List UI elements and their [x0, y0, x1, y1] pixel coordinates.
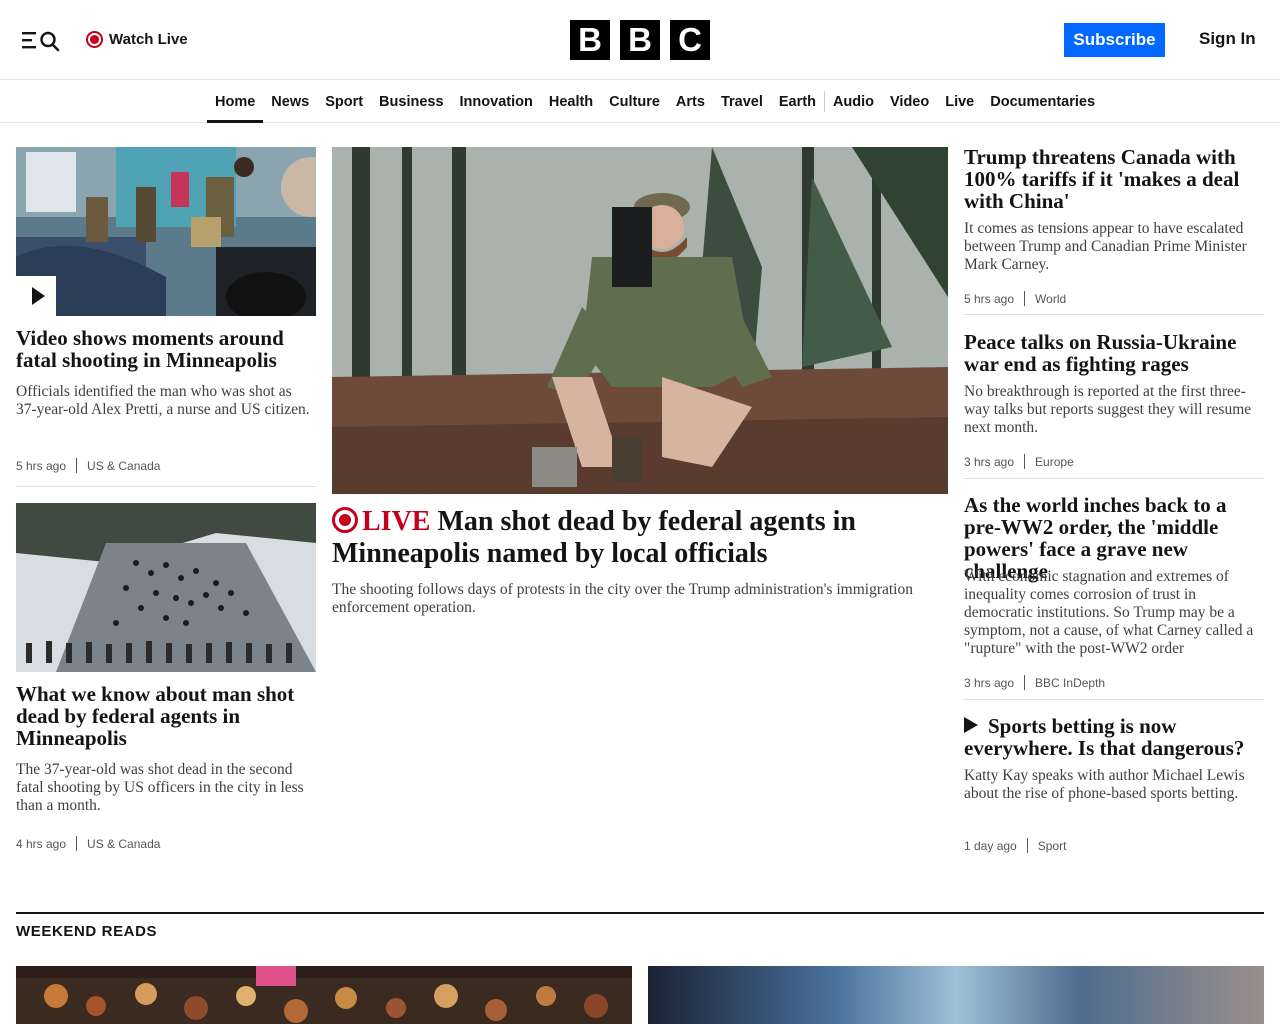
nav-item-arts[interactable]: Arts [668, 80, 713, 123]
nav-item-culture[interactable]: Culture [601, 80, 668, 123]
logo-letter: B [570, 20, 610, 60]
nav-item-sport[interactable]: Sport [317, 80, 371, 123]
street-scene-image [16, 147, 316, 316]
divider [16, 486, 316, 487]
subscribe-button[interactable]: Subscribe [1064, 23, 1165, 57]
live-badge: LIVE [332, 506, 430, 537]
hiker-forest-image [332, 147, 948, 494]
story-headline-text: Sports betting is now everywhere. Is tha… [964, 714, 1245, 760]
nav-item-travel[interactable]: Travel [713, 80, 771, 123]
live-label: LIVE [362, 506, 431, 537]
story-section[interactable]: US & Canada [87, 837, 160, 851]
live-indicator-icon [86, 30, 103, 48]
nav-item-business[interactable]: Business [371, 80, 451, 123]
meta-divider [1024, 675, 1026, 690]
story-image-crowd[interactable] [16, 503, 316, 672]
story-summary: Katty Kay speaks with author Michael Lew… [964, 767, 1245, 802]
main-nav: Home News Sport Business Innovation Heal… [0, 80, 1280, 123]
weekend-story-image[interactable] [648, 966, 1264, 1024]
story-summary: It comes as tensions appear to have esca… [964, 220, 1247, 273]
story-section[interactable]: BBC InDepth [1035, 676, 1105, 690]
story-time: 4 hrs ago [16, 836, 67, 851]
divider [964, 478, 1264, 479]
divider [964, 314, 1264, 315]
nav-item-news[interactable]: News [263, 80, 317, 123]
story-summary: With economic stagnation and extremes of… [964, 568, 1254, 657]
logo-letter: C [670, 20, 710, 60]
weekend-story-image[interactable] [16, 966, 632, 1024]
play-icon [964, 717, 978, 733]
crowd-aerial-image [16, 503, 316, 672]
meta-divider [1024, 291, 1026, 306]
story-time: 3 hrs ago [964, 675, 1015, 690]
nav-item-earth[interactable]: Earth [771, 80, 824, 123]
bbc-logo[interactable]: B B C [570, 20, 710, 60]
lead-story-image[interactable] [332, 147, 948, 494]
story-time: 1 day ago [964, 838, 1017, 853]
meta-divider [1024, 454, 1026, 469]
food-image [16, 966, 632, 1024]
story-meta: 5 hrs ago World [964, 291, 1066, 306]
story-section[interactable]: Sport [1038, 839, 1067, 853]
story-headline[interactable]: Trump threatens Canada with 100% tariffs… [964, 146, 1264, 212]
story-section[interactable]: Europe [1035, 455, 1074, 469]
story-headline[interactable]: Sports betting is now everywhere. Is tha… [964, 715, 1264, 759]
nav-item-innovation[interactable]: Innovation [452, 80, 541, 123]
lead-story-summary: The shooting follows days of protests in… [332, 581, 913, 616]
story-summary: Officials identified the man who was sho… [16, 383, 310, 418]
story-headline[interactable]: Video shows moments around fatal shootin… [16, 327, 316, 371]
nav-item-live[interactable]: Live [937, 80, 982, 123]
story-section[interactable]: US & Canada [87, 459, 160, 473]
nav-item-audio[interactable]: Audio [825, 80, 882, 123]
story-meta: 3 hrs ago Europe [964, 454, 1074, 469]
story-meta: 3 hrs ago BBC InDepth [964, 675, 1105, 690]
logo-letter: B [620, 20, 660, 60]
story-headline[interactable]: What we know about man shot dead by fede… [16, 683, 306, 749]
meta-divider [76, 836, 78, 851]
story-time: 3 hrs ago [964, 454, 1015, 469]
story-meta: 5 hrs ago US & Canada [16, 458, 160, 473]
story-meta: 4 hrs ago US & Canada [16, 836, 160, 851]
story-summary: No breakthrough is reported at the first… [964, 383, 1252, 436]
section-divider [16, 912, 1264, 914]
story-meta: 1 day ago Sport [964, 838, 1066, 853]
story-section[interactable]: World [1035, 292, 1066, 306]
lead-story-headline[interactable]: LIVE Man shot dead by federal agents in … [332, 506, 932, 570]
play-video-icon[interactable] [16, 276, 56, 316]
blurred-image [648, 966, 1264, 1024]
watch-live-link[interactable]: Watch Live [86, 28, 188, 50]
divider [964, 699, 1264, 700]
live-icon [332, 507, 358, 533]
watch-live-label: Watch Live [109, 30, 188, 48]
meta-divider [1026, 838, 1028, 853]
section-title: WEEKEND READS [16, 923, 158, 940]
menu-search-button[interactable] [20, 28, 62, 52]
story-summary: The 37-year-old was shot dead in the sec… [16, 761, 304, 814]
menu-search-icon [22, 31, 60, 52]
nav-item-documentaries[interactable]: Documentaries [982, 80, 1103, 123]
story-time: 5 hrs ago [16, 458, 67, 473]
header: Watch Live B B C Subscribe Sign In [0, 0, 1280, 80]
story-time: 5 hrs ago [964, 291, 1015, 306]
sign-in-link[interactable]: Sign In [1199, 29, 1256, 49]
story-headline[interactable]: Peace talks on Russia-Ukraine war end as… [964, 331, 1264, 375]
story-image-video[interactable] [16, 147, 316, 316]
meta-divider [76, 458, 78, 473]
nav-item-home[interactable]: Home [207, 80, 264, 123]
nav-item-video[interactable]: Video [882, 80, 937, 123]
nav-item-health[interactable]: Health [541, 80, 601, 123]
